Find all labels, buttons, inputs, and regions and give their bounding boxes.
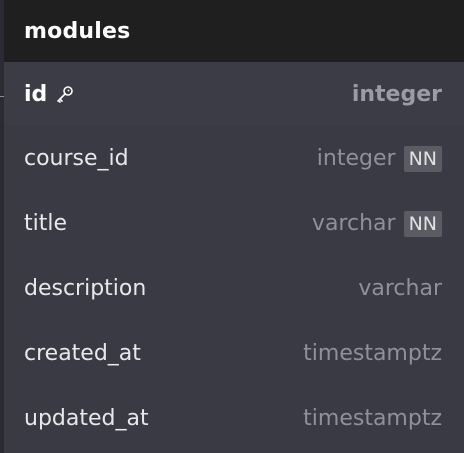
column-type: integer: [316, 146, 396, 171]
table-row-created-at[interactable]: created_at timestamptz: [4, 321, 464, 386]
column-name: title: [24, 211, 68, 236]
table-title: modules: [24, 18, 131, 44]
column-type-cell: integer: [352, 82, 442, 107]
column-name-cell: title: [24, 211, 67, 236]
column-type: integer: [351, 81, 442, 107]
not-null-badge: NN: [403, 145, 442, 172]
column-name-cell: course_id: [24, 146, 129, 171]
table-row-title[interactable]: title varchar NN: [4, 191, 464, 256]
column-name: created_at: [24, 341, 141, 366]
column-name: id: [24, 81, 48, 107]
table-row-id[interactable]: id integer: [4, 62, 464, 126]
column-name: course_id: [24, 146, 129, 171]
column-type-cell: timestamptz: [303, 406, 442, 431]
column-name-cell: description: [24, 276, 146, 301]
table-header[interactable]: modules: [4, 0, 464, 62]
column-name-cell: created_at: [24, 341, 141, 366]
column-type: timestamptz: [303, 341, 442, 366]
table-row-course-id[interactable]: course_id integer NN: [4, 126, 464, 191]
column-name: description: [24, 276, 147, 301]
column-name: updated_at: [24, 406, 149, 431]
diagram-canvas: modules id integer course_id integer NN …: [0, 0, 464, 453]
column-name-cell: id: [24, 82, 75, 107]
column-type: timestamptz: [303, 406, 442, 431]
column-type-cell: integer NN: [316, 145, 442, 172]
table-row-updated-at[interactable]: updated_at timestamptz: [4, 386, 464, 451]
column-type-cell: varchar: [358, 276, 442, 301]
key-icon: [55, 84, 75, 104]
column-type: varchar: [358, 276, 442, 301]
table-node-modules[interactable]: modules id integer course_id integer NN …: [4, 0, 464, 453]
column-type: varchar: [311, 211, 396, 236]
column-name-cell: updated_at: [24, 406, 149, 431]
table-row-description[interactable]: description varchar: [4, 256, 464, 321]
column-type-cell: varchar NN: [311, 210, 442, 237]
not-null-badge: NN: [403, 210, 442, 237]
column-type-cell: timestamptz: [303, 341, 442, 366]
